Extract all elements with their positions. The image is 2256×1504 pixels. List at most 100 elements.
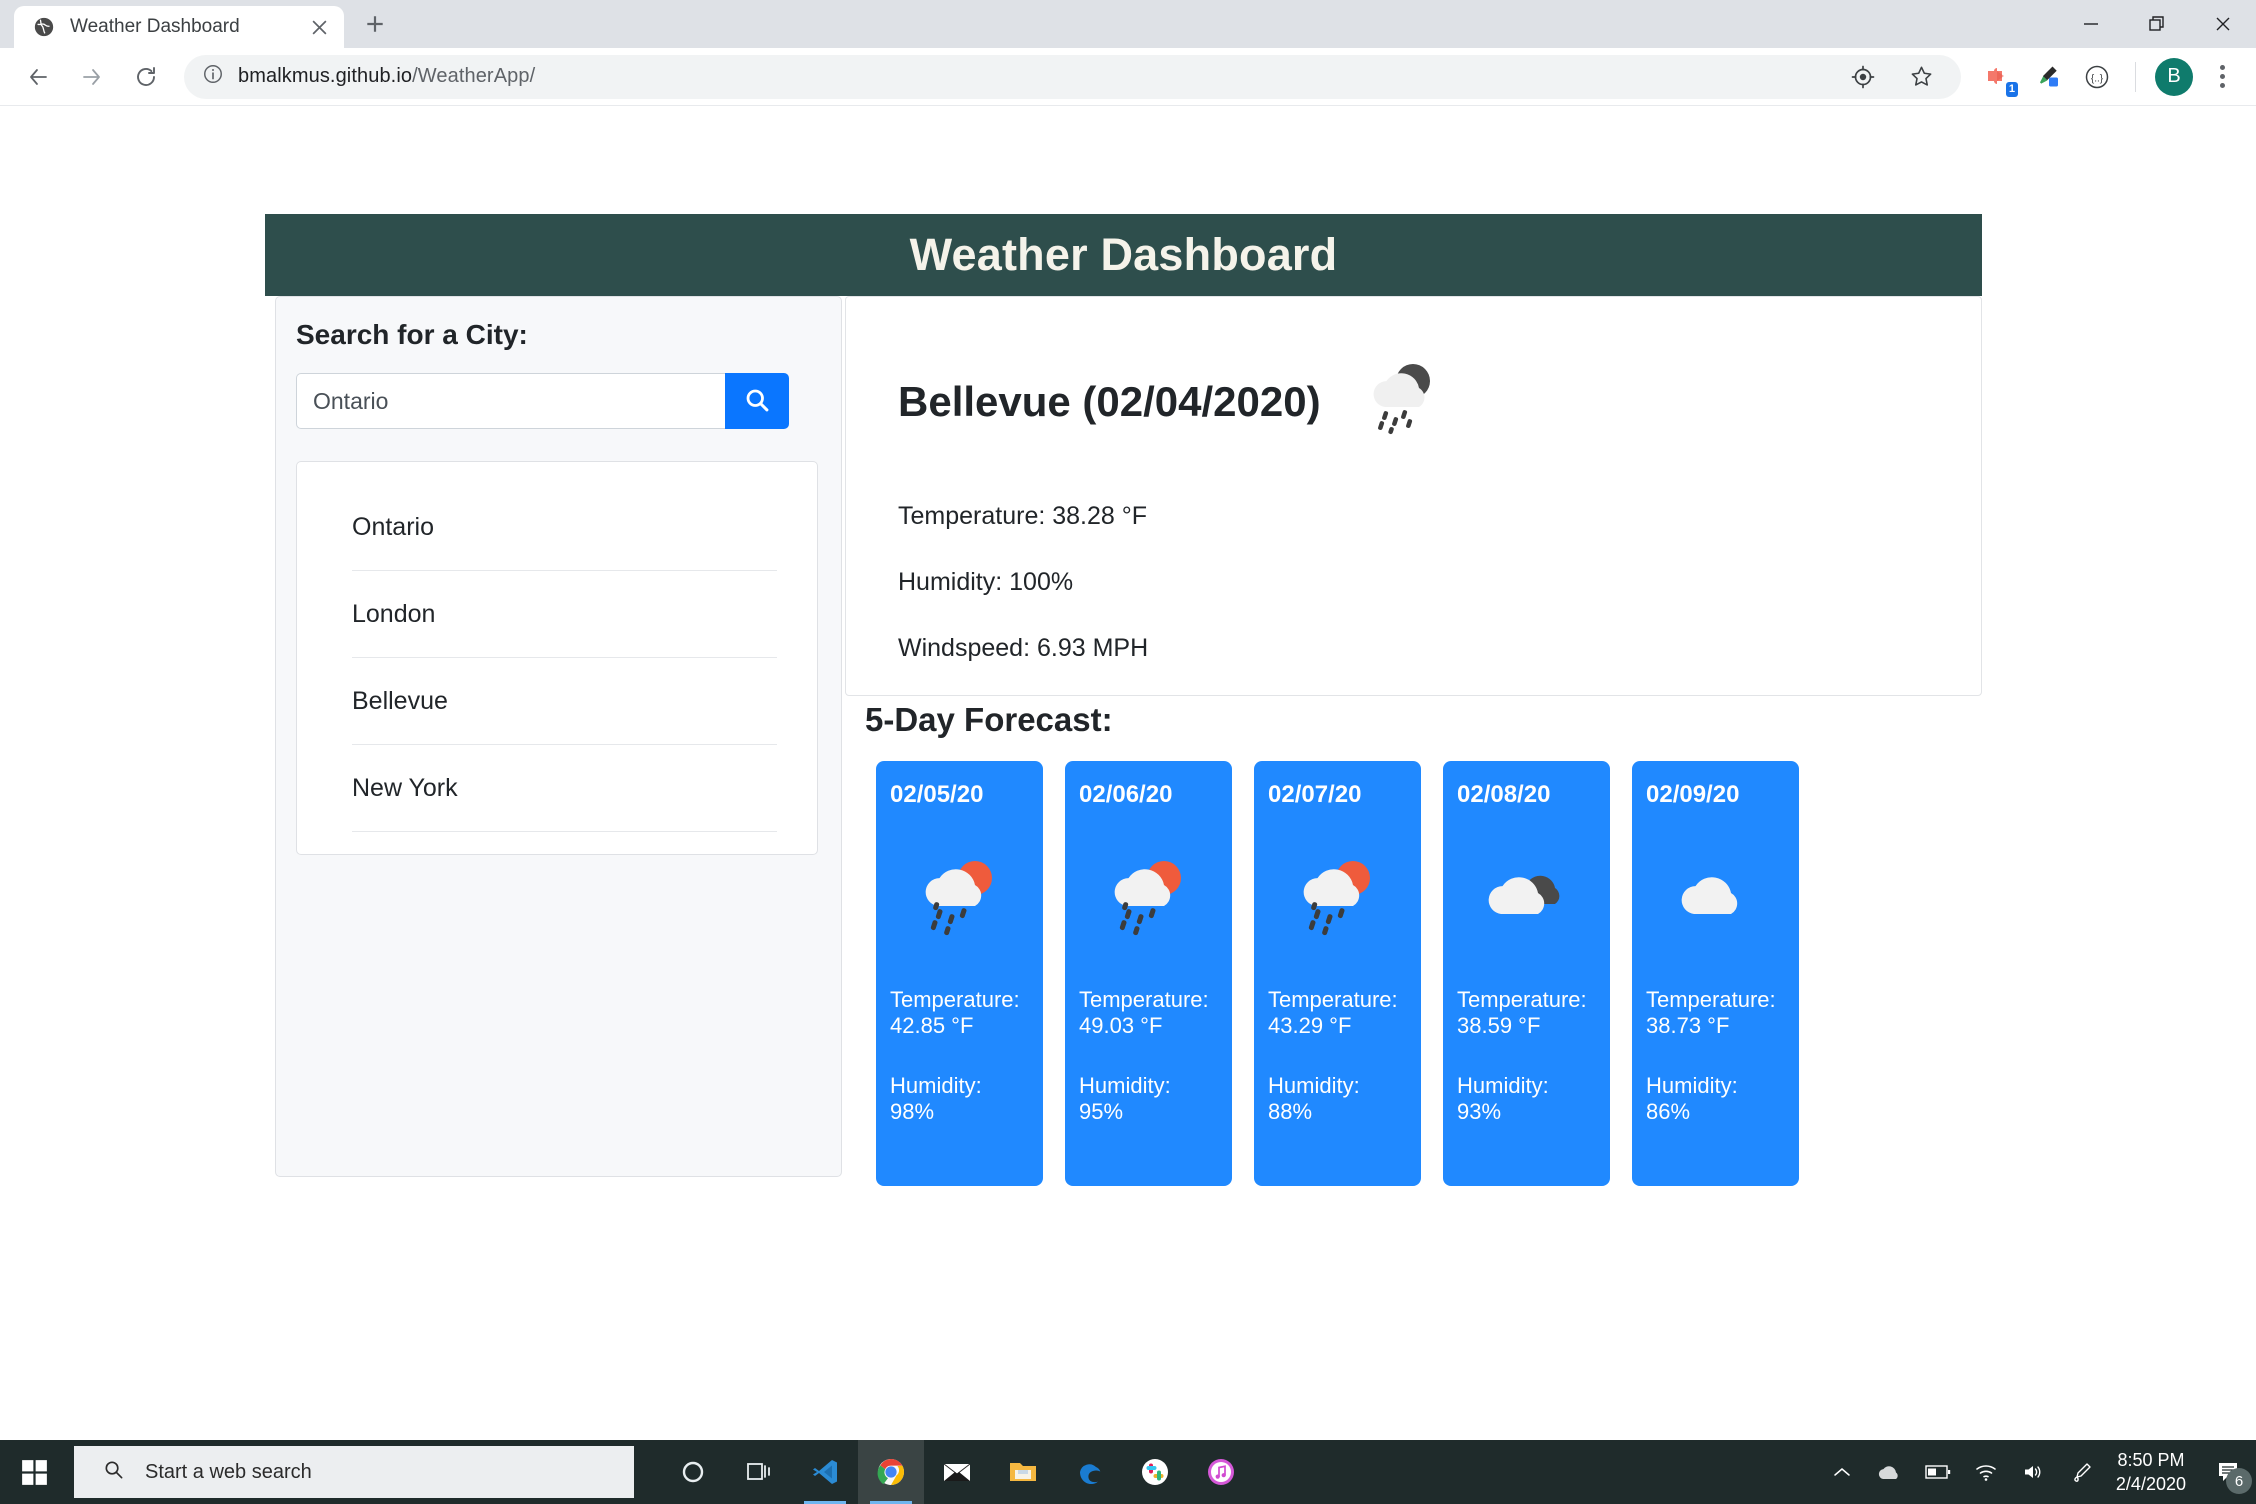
cortana-icon[interactable] bbox=[660, 1440, 726, 1504]
svg-text:{..}: {..} bbox=[2091, 73, 2104, 84]
forecast-card: 02/06/20 T bbox=[1065, 761, 1232, 1186]
forward-arrow-icon[interactable] bbox=[68, 53, 116, 101]
list-item[interactable]: Ontario bbox=[297, 484, 817, 570]
chrome-icon[interactable] bbox=[858, 1440, 924, 1504]
current-temperature: Temperature: 38.28 °F bbox=[846, 502, 1981, 531]
taskbar-clock[interactable]: 8:50 PM 2/4/2020 bbox=[2106, 1440, 2202, 1504]
wifi-icon[interactable] bbox=[1962, 1440, 2010, 1504]
back-arrow-icon[interactable] bbox=[14, 53, 62, 101]
forecast-humidity: Humidity: 93% bbox=[1457, 1073, 1596, 1125]
address-bar-url: bmalkmus.github.io/WeatherApp/ bbox=[238, 65, 535, 88]
extension-puzzle-icon[interactable]: 1 bbox=[1975, 55, 2019, 99]
restore-icon[interactable] bbox=[2124, 0, 2190, 48]
taskbar-search-box[interactable]: Start a web search bbox=[74, 1446, 634, 1498]
location-target-icon[interactable] bbox=[1841, 55, 1885, 99]
slack-icon[interactable] bbox=[1122, 1440, 1188, 1504]
extension-badge-count: 1 bbox=[2006, 82, 2018, 97]
battery-icon[interactable] bbox=[1914, 1440, 1962, 1504]
sun-cloud-rain-icon bbox=[890, 833, 1029, 963]
current-city-title: Bellevue (02/04/2020) bbox=[898, 378, 1321, 426]
page-info-icon[interactable] bbox=[202, 63, 224, 90]
forecast-row: 02/05/20 T bbox=[876, 761, 1799, 1186]
forecast-humidity: Humidity: 88% bbox=[1268, 1073, 1407, 1125]
avatar[interactable]: B bbox=[2152, 55, 2196, 99]
url-domain: bmalkmus.github.io bbox=[238, 65, 412, 87]
broken-clouds-icon bbox=[1457, 833, 1596, 963]
new-tab-button[interactable] bbox=[354, 3, 396, 45]
clock-time: 8:50 PM bbox=[2116, 1448, 2186, 1472]
toolbar-divider bbox=[2135, 62, 2136, 92]
list-item[interactable]: New York bbox=[297, 745, 817, 831]
address-bar[interactable]: bmalkmus.github.io/WeatherApp/ bbox=[184, 55, 1961, 99]
eyedropper-icon[interactable] bbox=[2025, 55, 2069, 99]
status-badge: 6 bbox=[2226, 1468, 2252, 1494]
sun-cloud-rain-icon bbox=[1268, 833, 1407, 963]
forecast-card: 02/05/20 T bbox=[876, 761, 1043, 1186]
search-input[interactable] bbox=[296, 373, 725, 429]
task-view-icon[interactable] bbox=[726, 1440, 792, 1504]
city-name: Bellevue bbox=[352, 687, 448, 716]
forecast-temperature: Temperature: 38.59 °F bbox=[1457, 987, 1596, 1039]
volume-icon[interactable] bbox=[2010, 1440, 2058, 1504]
windows-start-icon[interactable] bbox=[0, 1440, 68, 1504]
sun-cloud-rain-icon bbox=[1079, 833, 1218, 963]
page-title: Weather Dashboard bbox=[910, 229, 1338, 281]
system-tray: 8:50 PM 2/4/2020 6 bbox=[1818, 1440, 2256, 1504]
cloud-icon bbox=[1646, 833, 1785, 963]
search-form bbox=[296, 373, 789, 429]
globe-icon bbox=[32, 15, 56, 39]
forecast-heading: 5-Day Forecast: bbox=[865, 701, 1113, 739]
json-viewer-icon[interactable]: {..} bbox=[2075, 55, 2119, 99]
city-name: London bbox=[352, 600, 435, 629]
list-item[interactable]: London bbox=[297, 571, 817, 657]
pen-workspace-icon[interactable] bbox=[2058, 1440, 2106, 1504]
kebab-menu-icon[interactable] bbox=[2202, 55, 2242, 99]
forecast-date: 02/05/20 bbox=[890, 781, 1029, 809]
reload-icon[interactable] bbox=[122, 53, 170, 101]
forecast-card: 02/09/20 Temperature: 38.73 °F Humidity:… bbox=[1632, 761, 1799, 1186]
edge-icon[interactable] bbox=[1056, 1440, 1122, 1504]
current-humidity: Humidity: 100% bbox=[846, 568, 1981, 597]
search-heading: Search for a City: bbox=[276, 297, 841, 351]
forecast-card: 02/07/20 T bbox=[1254, 761, 1421, 1186]
search-icon bbox=[743, 386, 771, 417]
city-list: Ontario London Bellevue New York bbox=[296, 461, 818, 855]
tab-title: Weather Dashboard bbox=[70, 16, 290, 38]
forecast-date: 02/07/20 bbox=[1268, 781, 1407, 809]
vscode-icon[interactable] bbox=[792, 1440, 858, 1504]
forecast-temperature: Temperature: 43.29 °F bbox=[1268, 987, 1407, 1039]
windows-taskbar: Start a web search bbox=[0, 1440, 2256, 1504]
page-viewport: Weather Dashboard Search for a City: Ont… bbox=[0, 106, 2256, 1440]
minimize-icon[interactable] bbox=[2058, 0, 2124, 48]
close-icon[interactable] bbox=[304, 12, 334, 42]
forecast-temperature: Temperature: 38.73 °F bbox=[1646, 987, 1785, 1039]
list-item[interactable]: Bellevue bbox=[297, 658, 817, 744]
app-header: Weather Dashboard bbox=[265, 214, 1982, 296]
tab-strip: Weather Dashboard bbox=[0, 0, 2256, 48]
forecast-humidity: Humidity: 98% bbox=[890, 1073, 1029, 1125]
close-icon[interactable] bbox=[2190, 0, 2256, 48]
forecast-date: 02/08/20 bbox=[1457, 781, 1596, 809]
browser-tab[interactable]: Weather Dashboard bbox=[14, 6, 344, 48]
bookmark-star-icon[interactable] bbox=[1899, 55, 1943, 99]
current-weather-title-row: Bellevue (02/04/2020) bbox=[846, 297, 1981, 444]
search-button[interactable] bbox=[725, 373, 789, 429]
current-weather-card: Bellevue (02/04/2020) bbox=[845, 296, 1982, 696]
taskbar-app-buttons bbox=[660, 1440, 1254, 1504]
url-path: /WeatherApp/ bbox=[412, 65, 535, 87]
browser-toolbar: bmalkmus.github.io/WeatherApp/ 1 bbox=[0, 48, 2256, 106]
file-explorer-icon[interactable] bbox=[990, 1440, 1056, 1504]
itunes-icon[interactable] bbox=[1188, 1440, 1254, 1504]
notification-center-icon[interactable]: 6 bbox=[2202, 1440, 2256, 1504]
forecast-date: 02/06/20 bbox=[1079, 781, 1218, 809]
search-panel: Search for a City: Ontario London bbox=[275, 296, 842, 1177]
window-controls bbox=[2058, 0, 2256, 48]
onedrive-icon[interactable] bbox=[1866, 1440, 1914, 1504]
mail-icon[interactable] bbox=[924, 1440, 990, 1504]
city-name: New York bbox=[352, 774, 458, 803]
city-name: Ontario bbox=[352, 513, 434, 542]
cloud-moon-drizzle-icon bbox=[1355, 359, 1441, 444]
show-hidden-icons-chevron[interactable] bbox=[1818, 1440, 1866, 1504]
forecast-temperature: Temperature: 49.03 °F bbox=[1079, 987, 1218, 1039]
forecast-humidity: Humidity: 86% bbox=[1646, 1073, 1785, 1125]
